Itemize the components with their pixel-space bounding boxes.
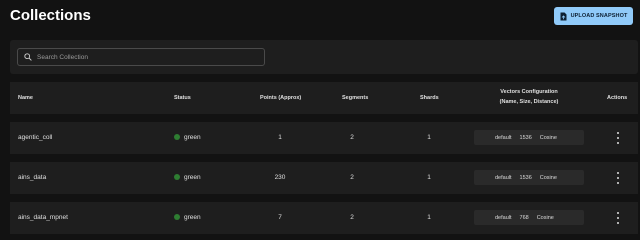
- document-icon: [560, 12, 567, 21]
- status-text: green: [184, 214, 201, 221]
- search-icon: [24, 53, 32, 61]
- status-text: green: [184, 174, 201, 181]
- column-header-actions: Actions: [607, 95, 628, 101]
- segments-value: 2: [350, 214, 354, 221]
- points-value: 7: [278, 214, 282, 221]
- column-header-vectors: Vectors Configuration: [500, 89, 558, 95]
- vector-distance: Cosine: [539, 134, 557, 141]
- collection-name[interactable]: ains_data_mpnet: [18, 214, 68, 221]
- vector-size: 768: [519, 214, 529, 221]
- points-value: 230: [274, 174, 286, 181]
- vector-name: default: [495, 214, 512, 221]
- vector-size: 1536: [519, 174, 532, 181]
- vector-distance: Cosine: [539, 174, 557, 181]
- status-dot-icon: [174, 174, 180, 180]
- status-dot-icon: [174, 134, 180, 140]
- more-actions-icon[interactable]: [615, 172, 621, 184]
- search-panel: [10, 40, 638, 74]
- more-actions-icon[interactable]: [615, 132, 621, 144]
- status-cell: green: [174, 174, 201, 181]
- vectors-config: default 768 Cosine: [474, 210, 584, 225]
- table-header: Name Status Points (Approx) Segments Sha…: [10, 82, 638, 114]
- shards-value: 1: [427, 174, 431, 181]
- search-input[interactable]: [37, 53, 257, 61]
- vectors-config: default 1536 Cosine: [474, 170, 584, 185]
- column-header-segments[interactable]: Segments: [342, 95, 368, 101]
- collection-name[interactable]: ains_data: [18, 174, 46, 181]
- column-header-points[interactable]: Points (Approx): [260, 95, 301, 101]
- table-row[interactable]: agentic_coll green 1 2 1 default 1536 Co…: [10, 122, 638, 154]
- shards-value: 1: [427, 134, 431, 141]
- search-box[interactable]: [17, 48, 265, 66]
- more-actions-icon[interactable]: [615, 212, 621, 224]
- column-header-vectors-subtitle: (Name, Size, Distance): [499, 99, 559, 105]
- status-dot-icon: [174, 214, 180, 220]
- shards-value: 1: [427, 214, 431, 221]
- points-value: 1: [278, 134, 282, 141]
- collection-name[interactable]: agentic_coll: [18, 134, 52, 141]
- status-cell: green: [174, 214, 201, 221]
- column-header-name[interactable]: Name: [18, 95, 33, 101]
- segments-value: 2: [350, 134, 354, 141]
- column-header-shards[interactable]: Shards: [420, 95, 439, 101]
- page-title: Collections: [10, 7, 91, 24]
- status-text: green: [184, 134, 201, 141]
- vector-name: default: [495, 134, 512, 141]
- table-row[interactable]: ains_data green 230 2 1 default 1536 Cos…: [10, 162, 638, 194]
- vector-name: default: [495, 174, 512, 181]
- column-header-status[interactable]: Status: [174, 95, 191, 101]
- vector-distance: Cosine: [536, 214, 554, 221]
- table-row[interactable]: ains_data_mpnet green 7 2 1 default 768 …: [10, 202, 638, 234]
- vector-size: 1536: [519, 134, 532, 141]
- segments-value: 2: [350, 174, 354, 181]
- vectors-config: default 1536 Cosine: [474, 130, 584, 145]
- status-cell: green: [174, 134, 201, 141]
- upload-snapshot-button[interactable]: UPLOAD SNAPSHOT: [554, 7, 633, 25]
- upload-snapshot-label: UPLOAD SNAPSHOT: [570, 13, 628, 19]
